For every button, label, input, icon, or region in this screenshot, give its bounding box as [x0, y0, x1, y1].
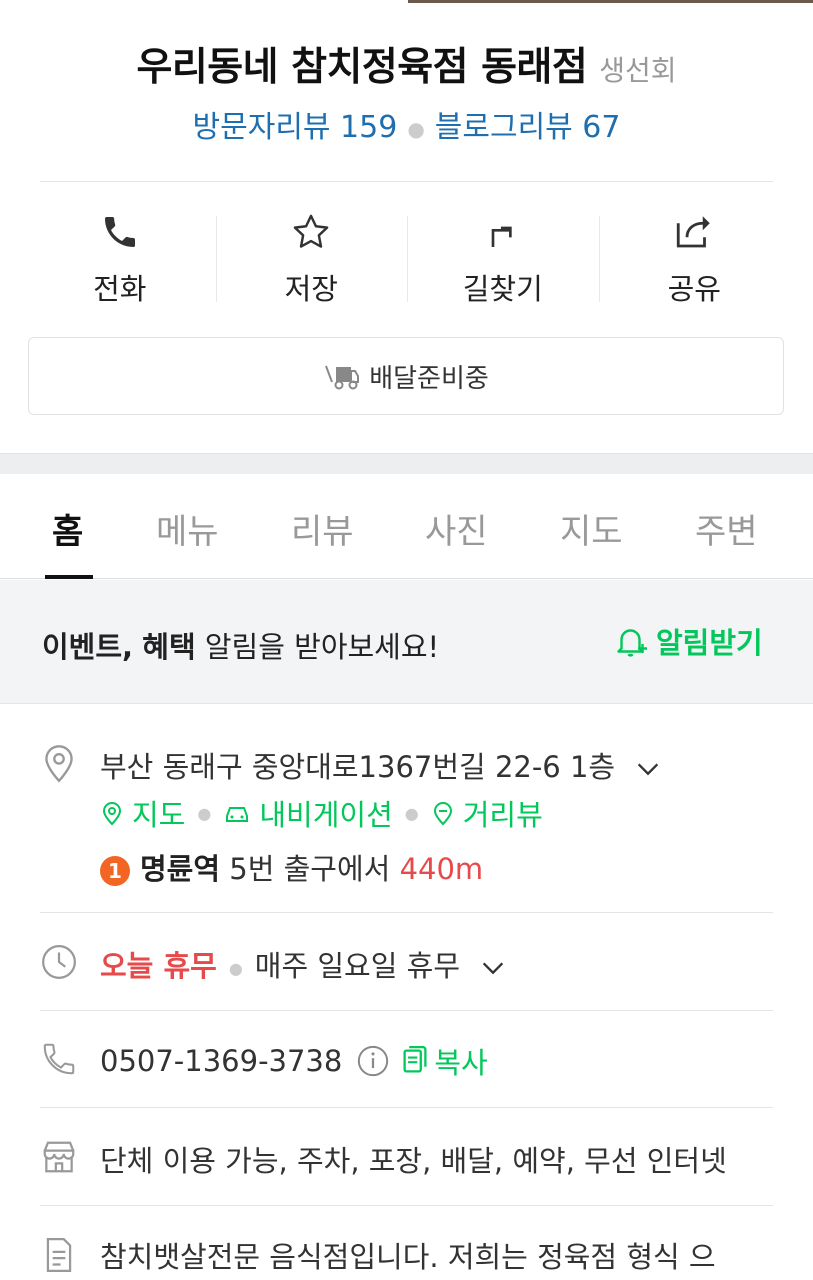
review-counts: 방문자리뷰 159 ● 블로그리뷰 67: [0, 102, 813, 146]
store-icon: [43, 1141, 75, 1173]
chevron-down-icon: [638, 763, 659, 776]
alert-message: 알림을 받아보세요!: [204, 630, 440, 664]
share-icon: [673, 210, 715, 254]
car-icon: [226, 807, 249, 822]
alert-bold-benefits: 혜택: [142, 630, 196, 664]
streetview-link[interactable]: 거리뷰: [431, 792, 543, 834]
place-category: 생선회: [599, 54, 677, 87]
delivery-status-button[interactable]: 배달준비중: [28, 337, 784, 415]
distance-text: 440m: [399, 852, 484, 886]
facilities-text: 단체 이용 가능, 주차, 포장, 배달, 예약, 무선 인터넷: [100, 1144, 727, 1178]
info-icon[interactable]: [356, 1044, 390, 1078]
call-button[interactable]: 전화: [24, 200, 216, 310]
tab-bar: 홈 메뉴 리뷰 사진 지도 주변: [0, 474, 813, 579]
alert-bold-events: 이벤트,: [42, 630, 134, 664]
tab-home[interactable]: 홈: [52, 504, 83, 553]
tab-map[interactable]: 지도: [560, 504, 623, 553]
directions-icon: [483, 210, 523, 254]
tab-reviews[interactable]: 리뷰: [291, 504, 354, 553]
subway-line-badge: 1: [100, 856, 130, 886]
address-links: 지도 ● 내비게이션 ● 거리뷰: [100, 792, 543, 834]
divider: [40, 1107, 773, 1108]
phone-row: 0507-1369-3738 복사: [100, 1040, 488, 1082]
hours-status: 오늘 휴무: [100, 949, 217, 983]
header-photo-strip: [408, 0, 813, 3]
separator-dot: ●: [404, 803, 419, 823]
description-text[interactable]: 참치뱃살전문 음식점입니다. 저희는 정육점 형식 으: [100, 1234, 716, 1276]
visitor-review-link[interactable]: 방문자리뷰 159: [193, 110, 398, 145]
document-icon: [46, 1238, 72, 1272]
delivery-truck-icon: [325, 365, 360, 390]
directions-label: 길찾기: [462, 272, 543, 306]
map-link-label: 지도: [132, 798, 186, 832]
share-button[interactable]: 공유: [598, 200, 791, 310]
navigation-link[interactable]: 내비게이션: [223, 792, 393, 834]
action-bar: 전화 저장 길찾기 공유: [24, 200, 790, 310]
separator-dot: ●: [407, 116, 425, 141]
call-label: 전화: [93, 272, 147, 306]
divider: [40, 1010, 773, 1011]
section-gap: [0, 453, 813, 474]
bell-plus-icon: [617, 629, 647, 657]
exit-text: 5번 출구에서: [229, 852, 391, 886]
place-header: 우리동네 참치정육점 동래점 생선회: [0, 36, 813, 92]
phone-number[interactable]: 0507-1369-3738: [100, 1044, 342, 1078]
directions-button[interactable]: 길찾기: [407, 200, 599, 310]
phone-outline-icon: [43, 1043, 75, 1075]
divider: [40, 912, 773, 913]
subway-info: 1 명륜역 5번 출구에서 440m: [100, 846, 483, 888]
map-link[interactable]: 지도: [100, 792, 185, 834]
star-icon: [290, 210, 332, 254]
station-name: 명륜역: [140, 852, 221, 886]
hours-row[interactable]: 오늘 휴무 ● 매주 일요일 휴무: [100, 943, 507, 985]
address-row[interactable]: 부산 동래구 중앙대로1367번길 22-6 1층: [100, 744, 662, 786]
map-pin-icon: [102, 802, 122, 826]
blog-review-link[interactable]: 블로그리뷰 67: [435, 110, 621, 145]
delivery-label: 배달준비중: [369, 363, 489, 394]
copy-phone-button[interactable]: 복사: [402, 1040, 488, 1082]
place-title: 우리동네 참치정육점 동래점: [136, 45, 588, 90]
hours-detail: 매주 일요일 휴무: [254, 949, 460, 983]
copy-label: 복사: [434, 1046, 488, 1080]
tab-nearby[interactable]: 주변: [695, 504, 758, 553]
save-label: 저장: [284, 272, 338, 306]
tab-menu[interactable]: 메뉴: [156, 504, 219, 553]
subscribe-alert-button[interactable]: 알림받기: [614, 620, 763, 662]
subscribe-alert-label: 알림받기: [656, 626, 763, 660]
share-label: 공유: [667, 272, 721, 306]
location-pin-icon: [45, 745, 73, 783]
copy-icon: [403, 1046, 427, 1073]
navigation-link-label: 내비게이션: [259, 798, 393, 832]
streetview-icon: [433, 802, 452, 826]
chevron-down-icon: [483, 962, 504, 975]
streetview-link-label: 거리뷰: [462, 798, 543, 832]
divider: [40, 1205, 773, 1206]
phone-icon: [100, 210, 140, 254]
notification-banner: 이벤트, 혜택 알림을 받아보세요! 알림받기: [0, 580, 813, 704]
notification-text: 이벤트, 혜택 알림을 받아보세요!: [42, 624, 439, 666]
divider: [40, 181, 773, 182]
tab-photos[interactable]: 사진: [425, 504, 488, 553]
separator-dot: ●: [197, 803, 212, 823]
address-text: 부산 동래구 중앙대로1367번길 22-6 1층: [100, 750, 616, 784]
separator-dot: ●: [228, 958, 243, 978]
save-button[interactable]: 저장: [215, 200, 408, 310]
clock-icon: [42, 945, 76, 979]
active-tab-indicator: [45, 575, 93, 579]
